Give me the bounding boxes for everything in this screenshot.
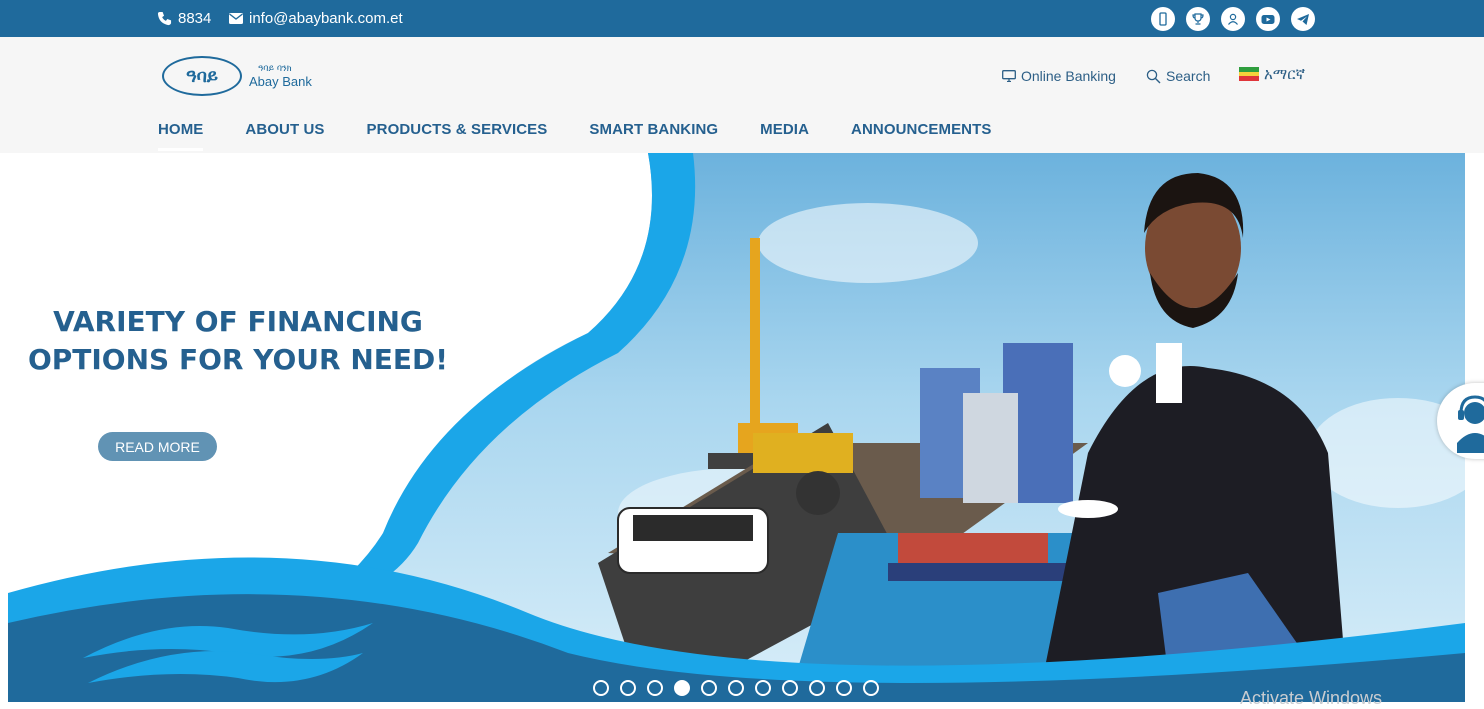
hero-banner-art	[8, 153, 1465, 702]
main-nav: HOME ABOUT US PRODUCTS & SERVICES SMART …	[158, 121, 1033, 151]
site-header: ዓባይ ዓባይ ባንክ Abay Bank Online Banking Sea…	[0, 37, 1484, 153]
nav-about-us[interactable]: ABOUT US	[245, 121, 324, 148]
email-contact[interactable]: info@abaybank.com.et	[229, 10, 403, 27]
slider-pagination	[593, 680, 879, 696]
nav-home[interactable]: HOME	[158, 121, 204, 151]
slide-dot-9[interactable]	[809, 680, 825, 696]
logo-amharic-text: ዓባይ ባንክ	[258, 64, 292, 74]
user-icon[interactable]	[1221, 7, 1245, 31]
envelope-icon	[229, 13, 243, 24]
hero-headline: VARIETY OF FINANCING OPTIONS FOR YOUR NE…	[8, 303, 468, 379]
nav-announcements[interactable]: ANNOUNCEMENTS	[851, 121, 991, 148]
slide-dot-2[interactable]	[620, 680, 636, 696]
hero-headline-line1: VARIETY OF FINANCING	[53, 305, 423, 338]
search-label: Search	[1166, 68, 1211, 84]
slide-dot-7[interactable]	[755, 680, 771, 696]
social-links	[1151, 7, 1315, 31]
slide-dot-10[interactable]	[836, 680, 852, 696]
language-switch[interactable]: አማርኛ	[1239, 65, 1305, 83]
read-more-button[interactable]: READ MORE	[98, 432, 217, 461]
phone-number: 8834	[178, 10, 212, 27]
logo-english-text: Abay Bank	[249, 74, 312, 89]
youtube-icon[interactable]	[1256, 7, 1280, 31]
slide-dot-11[interactable]	[863, 680, 879, 696]
hero-headline-line2: OPTIONS FOR YOUR NEED!	[27, 343, 449, 376]
search-icon	[1146, 69, 1161, 83]
top-bar: 8834 info@abaybank.com.et	[0, 0, 1484, 37]
nav-media[interactable]: MEDIA	[760, 121, 809, 148]
hero-slider: VARIETY OF FINANCING OPTIONS FOR YOUR NE…	[8, 153, 1465, 702]
mobile-app-icon[interactable]	[1151, 7, 1175, 31]
phone-icon	[157, 11, 172, 26]
online-banking-link[interactable]: Online Banking	[1002, 68, 1116, 84]
telegram-icon[interactable]	[1291, 7, 1315, 31]
slide-dot-1[interactable]	[593, 680, 609, 696]
nav-smart-banking[interactable]: SMART BANKING	[589, 121, 718, 148]
online-banking-label: Online Banking	[1021, 68, 1116, 84]
logo-emblem: ዓባይ	[162, 56, 242, 96]
email-address: info@abaybank.com.et	[249, 10, 403, 27]
language-label: አማርኛ	[1264, 65, 1306, 83]
slide-dot-8[interactable]	[782, 680, 798, 696]
ethiopia-flag-icon	[1239, 67, 1259, 82]
slide-dot-3[interactable]	[647, 680, 663, 696]
slide-dot-5[interactable]	[701, 680, 717, 696]
trophy-icon[interactable]	[1186, 7, 1210, 31]
slide-dot-4[interactable]	[674, 680, 690, 696]
monitor-icon	[1002, 70, 1016, 82]
search-link[interactable]: Search	[1146, 68, 1210, 84]
slide-dot-6[interactable]	[728, 680, 744, 696]
phone-contact[interactable]: 8834	[157, 10, 211, 27]
nav-products-services[interactable]: PRODUCTS & SERVICES	[367, 121, 548, 148]
